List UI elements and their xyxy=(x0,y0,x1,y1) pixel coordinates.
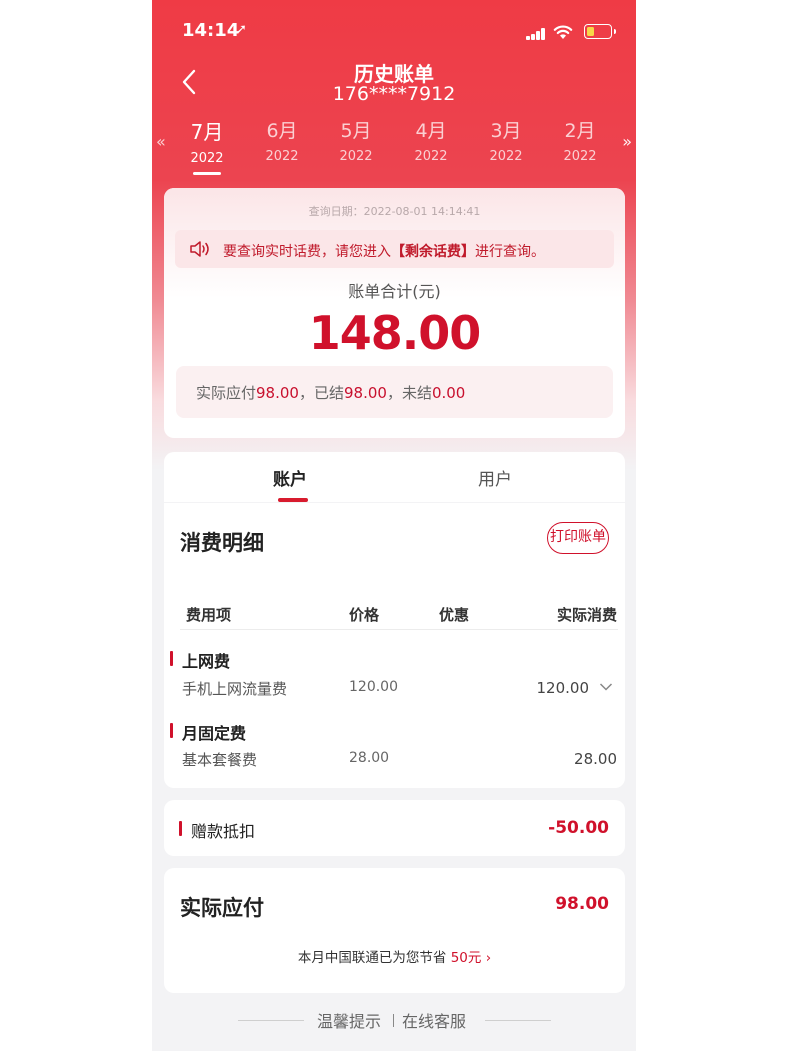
savings-value: 50元 xyxy=(450,950,482,966)
notice-text: 要查询实时话费，请您进入 xyxy=(223,244,391,260)
cellular-signal-icon xyxy=(526,28,546,40)
wifi-icon xyxy=(553,25,573,39)
month-label: 6月 xyxy=(266,120,298,142)
fee-item-actual: 28.00 xyxy=(574,750,617,768)
footer-links: 温馨提示 在线客服 xyxy=(152,1008,636,1038)
savings-text: 本月中国联通已为您节省 xyxy=(297,950,451,966)
month-tab-jun[interactable]: 6月 2022 xyxy=(252,116,312,164)
battery-icon xyxy=(584,24,616,39)
chevron-down-icon[interactable] xyxy=(599,682,613,692)
month-label: 3月 xyxy=(490,120,522,142)
payment-status-box: 实际应付98.00，已结98.00，未结0.00 xyxy=(176,366,613,418)
column-header-item: 费用项 xyxy=(186,606,232,624)
month-tab-jul[interactable]: 7月 2022 xyxy=(177,116,237,175)
actual-payment-amount: 98.00 xyxy=(555,894,609,914)
year-label: 2022 xyxy=(414,149,448,164)
bill-total-label: 账单合计(元) xyxy=(348,282,441,301)
settled-value: 98.00 xyxy=(343,384,387,402)
scroll-right-icon[interactable]: » xyxy=(622,132,632,151)
year-label: 2022 xyxy=(563,149,597,164)
gift-deduction-label: 赠款抵扣 xyxy=(191,822,256,841)
paid-value: 98.00 xyxy=(256,384,299,402)
status-time: 14:14 xyxy=(182,20,240,41)
query-date: 查询日期：2022-08-01 14:14:41 xyxy=(308,205,481,218)
gift-deduction-amount: -50.00 xyxy=(548,818,609,838)
group-title-internet: 上网费 xyxy=(182,652,231,671)
remaining-fee-link[interactable]: 【剩余话费】 xyxy=(391,244,475,260)
month-label: 2月 xyxy=(564,120,596,142)
column-header-discount: 优惠 xyxy=(439,606,470,624)
warm-tips-link[interactable]: 温馨提示 xyxy=(317,1008,381,1032)
detail-title: 消费明细 xyxy=(180,531,264,555)
year-label: 2022 xyxy=(489,149,523,164)
active-tab-indicator xyxy=(278,498,308,502)
group-marker xyxy=(170,723,173,738)
month-label: 4月 xyxy=(415,120,447,142)
tab-user[interactable]: 用户 xyxy=(478,465,512,490)
status-bar: 14:14 ➚ xyxy=(152,18,636,44)
realtime-fee-notice[interactable]: 要查询实时话费，请您进入【剩余话费】进行查询。 xyxy=(175,230,614,268)
unsettled-label: ，未结 xyxy=(386,384,432,402)
column-header-actual: 实际消费 xyxy=(556,606,617,624)
fee-item-actual: 120.00 xyxy=(536,679,590,697)
active-month-indicator xyxy=(193,172,221,175)
bill-summary-card: 查询日期：2022-08-01 14:14:41 要查询实时话费，请您进入【剩余… xyxy=(164,188,625,438)
year-label: 2022 xyxy=(190,151,224,166)
gift-deduction-row: 赠款抵扣 -50.00 xyxy=(164,800,625,856)
month-tab-feb[interactable]: 2月 2022 xyxy=(550,116,610,164)
month-selector: « 7月 2022 6月 2022 5月 2022 4月 2022 3月 202… xyxy=(152,112,636,182)
view-tabs: 账户 用户 xyxy=(164,452,625,502)
phone-screen: 14:14 ➚ 历史账单 176****7912 « 7月 2022 6月 20… xyxy=(152,0,636,1051)
paid-label: 实际应付 xyxy=(196,384,257,402)
year-label: 2022 xyxy=(265,149,299,164)
month-tab-apr[interactable]: 4月 2022 xyxy=(401,116,461,164)
consumption-detail-card: 消费明细 打印账单 费用项 价格 优惠 实际消费 上网费 手机上网流量费 120… xyxy=(164,503,625,788)
group-title-monthly: 月固定费 xyxy=(182,724,247,743)
online-service-link[interactable]: 在线客服 xyxy=(402,1008,466,1032)
fee-item-name: 基本套餐费 xyxy=(182,751,258,769)
chevron-right-icon: › xyxy=(485,950,492,966)
tab-account[interactable]: 账户 xyxy=(273,465,307,490)
phone-number: 176****7912 xyxy=(332,83,456,105)
actual-payment-card: 实际应付 98.00 本月中国联通已为您节省 50元 › xyxy=(164,868,625,993)
notice-text-end: 进行查询。 xyxy=(475,244,545,260)
bill-total-amount: 148.00 xyxy=(308,306,482,360)
print-bill-button[interactable]: 打印账单 xyxy=(547,522,609,554)
column-header-price: 价格 xyxy=(349,606,380,624)
month-label: 5月 xyxy=(340,120,372,142)
group-marker xyxy=(170,651,173,666)
fee-item-price: 28.00 xyxy=(349,750,390,766)
month-label: 7月 xyxy=(190,120,224,144)
savings-link[interactable]: 本月中国联通已为您节省 50元 › xyxy=(164,946,625,966)
month-tab-mar[interactable]: 3月 2022 xyxy=(476,116,536,164)
speaker-icon xyxy=(190,241,209,257)
location-arrow-icon: ➚ xyxy=(236,22,247,37)
unsettled-value: 0.00 xyxy=(431,384,466,402)
year-label: 2022 xyxy=(339,149,373,164)
fee-item-price: 120.00 xyxy=(349,679,398,695)
fee-item-name: 手机上网流量费 xyxy=(182,680,288,698)
actual-payment-title: 实际应付 xyxy=(180,896,264,920)
scroll-left-icon[interactable]: « xyxy=(156,132,166,151)
settled-label: ，已结 xyxy=(298,384,344,402)
gift-marker xyxy=(179,821,182,836)
month-tab-may[interactable]: 5月 2022 xyxy=(326,116,386,164)
